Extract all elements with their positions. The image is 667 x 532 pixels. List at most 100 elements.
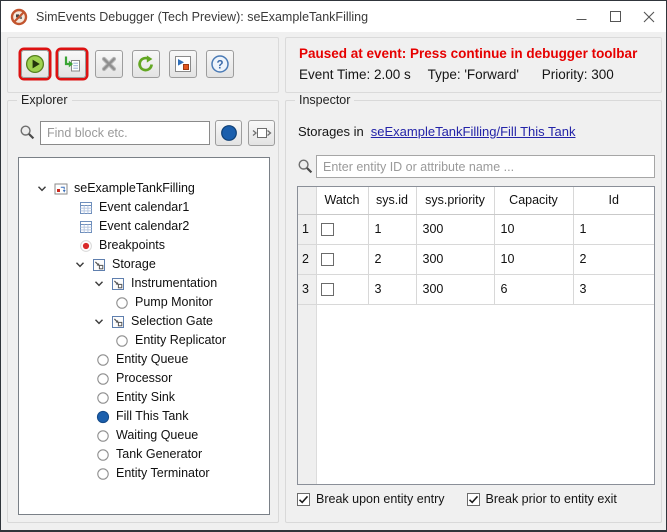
tree-item-breakpoints[interactable]: Breakpoints	[19, 236, 269, 255]
show-block-icon	[173, 54, 193, 74]
cell-id: 1	[573, 214, 654, 244]
cell-capacity: 6	[494, 274, 573, 304]
column-header-watch[interactable]: Watch	[316, 187, 368, 214]
watch-cell	[316, 274, 368, 304]
breakpoint-icon	[79, 239, 93, 253]
step-button[interactable]	[58, 50, 86, 78]
cell-capacity: 10	[494, 244, 573, 274]
circle-icon	[96, 429, 110, 443]
column-header-id[interactable]: Id	[573, 187, 654, 214]
tree-item-label: Tank Generator	[116, 445, 202, 464]
tree-item-entity-sink[interactable]: Entity Sink	[19, 388, 269, 407]
tree-item-waiting-queue[interactable]: Waiting Queue	[19, 426, 269, 445]
tree-item-entity-queue[interactable]: Entity Queue	[19, 350, 269, 369]
row-number: 2	[298, 244, 316, 274]
break-options: Break upon entity entry Break prior to e…	[297, 492, 617, 506]
table-row: 22300102	[298, 244, 654, 274]
maximize-button[interactable]	[598, 1, 632, 32]
svg-text:?: ?	[216, 59, 223, 71]
stop-button[interactable]	[95, 50, 123, 78]
continue-button[interactable]	[132, 50, 160, 78]
storages-block-link[interactable]: seExampleTankFilling/Fill This Tank	[371, 124, 576, 139]
circle-icon	[96, 353, 110, 367]
tree-item-storage[interactable]: Storage	[19, 255, 269, 274]
subsystem-icon	[111, 315, 125, 329]
tree-item-label: Fill This Tank	[116, 407, 188, 426]
column-header-sys-id[interactable]: sys.id	[368, 187, 416, 214]
cell-sys-priority: 300	[416, 274, 494, 304]
subsystem-icon	[92, 258, 106, 272]
circle-selected-icon	[96, 410, 110, 424]
cell-sys-priority: 300	[416, 214, 494, 244]
watch-checkbox[interactable]	[321, 253, 334, 266]
tree-item-label: Entity Sink	[116, 388, 175, 407]
row-number: 3	[298, 274, 316, 304]
tree-item-label: Event calendar1	[99, 198, 189, 217]
cell-id: 2	[573, 244, 654, 274]
watch-cell	[316, 244, 368, 274]
circle-icon	[96, 448, 110, 462]
break-prior-exit-checkbox[interactable]	[467, 493, 480, 506]
close-icon	[643, 11, 655, 23]
break-upon-entry-checkbox[interactable]	[297, 493, 310, 506]
chevron-down-icon[interactable]	[37, 184, 47, 194]
continue-icon	[136, 54, 156, 74]
simevents-debugger-window: SimEvents Debugger (Tech Preview): seExa…	[0, 0, 667, 532]
tree-item-fill-this-tank[interactable]: Fill This Tank	[19, 407, 269, 426]
highlight-selected-button[interactable]	[215, 120, 242, 146]
tree-item-label: Entity Terminator	[116, 464, 210, 483]
break-upon-entry-label: Break upon entity entry	[316, 492, 445, 506]
run-button[interactable]	[21, 50, 49, 78]
watch-checkbox[interactable]	[321, 283, 334, 296]
chevron-down-icon[interactable]	[94, 317, 104, 327]
column-header-capacity[interactable]: Capacity	[494, 187, 573, 214]
event-time: Event Time: 2.00 s	[299, 67, 411, 82]
event-type: Type: 'Forward'	[428, 67, 519, 82]
find-block-input[interactable]	[40, 121, 210, 145]
tree-item-label: Processor	[116, 369, 172, 388]
storages-label: Storages in	[298, 124, 364, 139]
table-row: 3330063	[298, 274, 654, 304]
tree-item-label: seExampleTankFilling	[74, 179, 195, 198]
help-icon: ?	[210, 54, 230, 74]
tree-item-event-calendar2[interactable]: Event calendar2	[19, 217, 269, 236]
storages-line: Storages in seExampleTankFilling/Fill Thi…	[298, 124, 575, 139]
calendar-icon	[79, 220, 93, 234]
event-priority: Priority: 300	[542, 67, 614, 82]
tree-item-entity-replicator[interactable]: Entity Replicator	[19, 331, 269, 350]
help-button[interactable]: ?	[206, 50, 234, 78]
model-icon	[54, 182, 68, 196]
maximize-icon	[610, 11, 621, 22]
tree-item-tank-generator[interactable]: Tank Generator	[19, 445, 269, 464]
search-icon	[19, 124, 36, 141]
tree-item-selection-gate[interactable]: Selection Gate	[19, 312, 269, 331]
search-icon	[297, 158, 314, 175]
tree-item-processor[interactable]: Processor	[19, 369, 269, 388]
chevron-down-icon[interactable]	[75, 260, 85, 270]
cell-sys-id: 3	[368, 274, 416, 304]
tree-item-seexampletankfilling[interactable]: seExampleTankFilling	[19, 179, 269, 198]
column-header-sys-priority[interactable]: sys.priority	[416, 187, 494, 214]
model-tree[interactable]: seExampleTankFillingEvent calendar1Event…	[18, 157, 270, 515]
chevron-down-icon[interactable]	[94, 279, 104, 289]
entity-filter-input[interactable]	[316, 155, 655, 178]
tree-item-label: Pump Monitor	[135, 293, 213, 312]
minimize-button[interactable]	[564, 1, 598, 32]
show-in-model-button[interactable]	[248, 120, 275, 146]
tree-item-entity-terminator[interactable]: Entity Terminator	[19, 464, 269, 483]
paused-message: Paused at event: Press continue in debug…	[299, 46, 648, 61]
window-title: SimEvents Debugger (Tech Preview): seExa…	[36, 10, 368, 24]
tree-item-label: Waiting Queue	[116, 426, 198, 445]
cell-capacity: 10	[494, 214, 573, 244]
inspector-panel: Inspector Storages inseExampleTankFillin…	[285, 100, 662, 523]
watch-checkbox[interactable]	[321, 223, 334, 236]
tree-item-instrumentation[interactable]: Instrumentation	[19, 274, 269, 293]
explorer-title: Explorer	[17, 93, 72, 107]
close-button[interactable]	[632, 1, 666, 32]
cell-sys-id: 1	[368, 214, 416, 244]
tree-item-pump-monitor[interactable]: Pump Monitor	[19, 293, 269, 312]
cell-sys-priority: 300	[416, 244, 494, 274]
explorer-panel: Explorer seExampleTankFillingEvent calen…	[7, 100, 279, 523]
tree-item-event-calendar1[interactable]: Event calendar1	[19, 198, 269, 217]
show-block-button[interactable]	[169, 50, 197, 78]
